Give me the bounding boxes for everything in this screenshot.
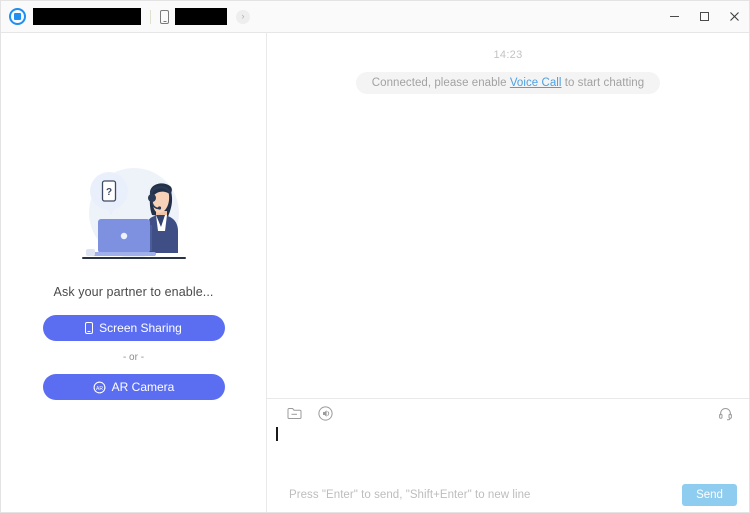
- main-body: ? Ask your partner to enable... Screen S…: [1, 33, 749, 512]
- close-button[interactable]: [719, 1, 749, 32]
- support-agent-illustration: ?: [64, 163, 204, 273]
- send-button[interactable]: Send: [682, 484, 737, 506]
- chevron-right-icon[interactable]: ›: [236, 9, 250, 24]
- minimize-button[interactable]: [659, 1, 689, 32]
- sound-icon[interactable]: [315, 403, 335, 423]
- svg-text:?: ?: [105, 187, 111, 198]
- composer-footer: Press "Enter" to send, "Shift+Enter" to …: [267, 478, 749, 512]
- window-title-redacted: [33, 8, 141, 25]
- window-controls: [659, 1, 749, 32]
- message-timestamp: 14:23: [493, 49, 523, 61]
- system-message: Connected, please enable Voice Call to s…: [355, 72, 661, 94]
- app-logo-icon: [9, 8, 26, 25]
- screen-sharing-label: Screen Sharing: [99, 321, 182, 335]
- composer-toolbar: [267, 399, 749, 427]
- phone-icon: [160, 9, 169, 24]
- headset-icon[interactable]: [715, 403, 735, 423]
- ar-camera-label: AR Camera: [111, 380, 175, 394]
- sidebar: ? Ask your partner to enable... Screen S…: [1, 33, 267, 512]
- svg-text:AR: AR: [96, 386, 103, 392]
- message-input[interactable]: [267, 427, 749, 478]
- ar-camera-button[interactable]: AR AR Camera: [42, 374, 225, 400]
- sidebar-prompt: Ask your partner to enable...: [53, 285, 214, 299]
- device-name-redacted: [175, 8, 227, 25]
- screen-sharing-button[interactable]: Screen Sharing: [42, 315, 225, 341]
- message-list: 14:23 Connected, please enable Voice Cal…: [267, 33, 749, 398]
- voice-call-link[interactable]: Voice Call: [510, 77, 562, 89]
- text-caret: [276, 427, 278, 441]
- titlebar-divider: [150, 9, 151, 24]
- chat-panel: 14:23 Connected, please enable Voice Cal…: [267, 33, 749, 512]
- app-window: › ? Ask your partner to enable... Screen…: [0, 0, 750, 513]
- maximize-button[interactable]: [689, 1, 719, 32]
- phone-icon: [85, 322, 94, 334]
- message-composer: Press "Enter" to send, "Shift+Enter" to …: [267, 398, 749, 512]
- composer-hint: Press "Enter" to send, "Shift+Enter" to …: [289, 489, 531, 501]
- folder-icon[interactable]: [284, 403, 304, 423]
- system-message-prefix: Connected, please enable: [371, 77, 510, 89]
- system-message-suffix: to start chatting: [561, 77, 645, 89]
- title-bar: ›: [1, 1, 749, 33]
- ar-icon: AR: [93, 381, 106, 394]
- or-separator: - or -: [122, 352, 145, 363]
